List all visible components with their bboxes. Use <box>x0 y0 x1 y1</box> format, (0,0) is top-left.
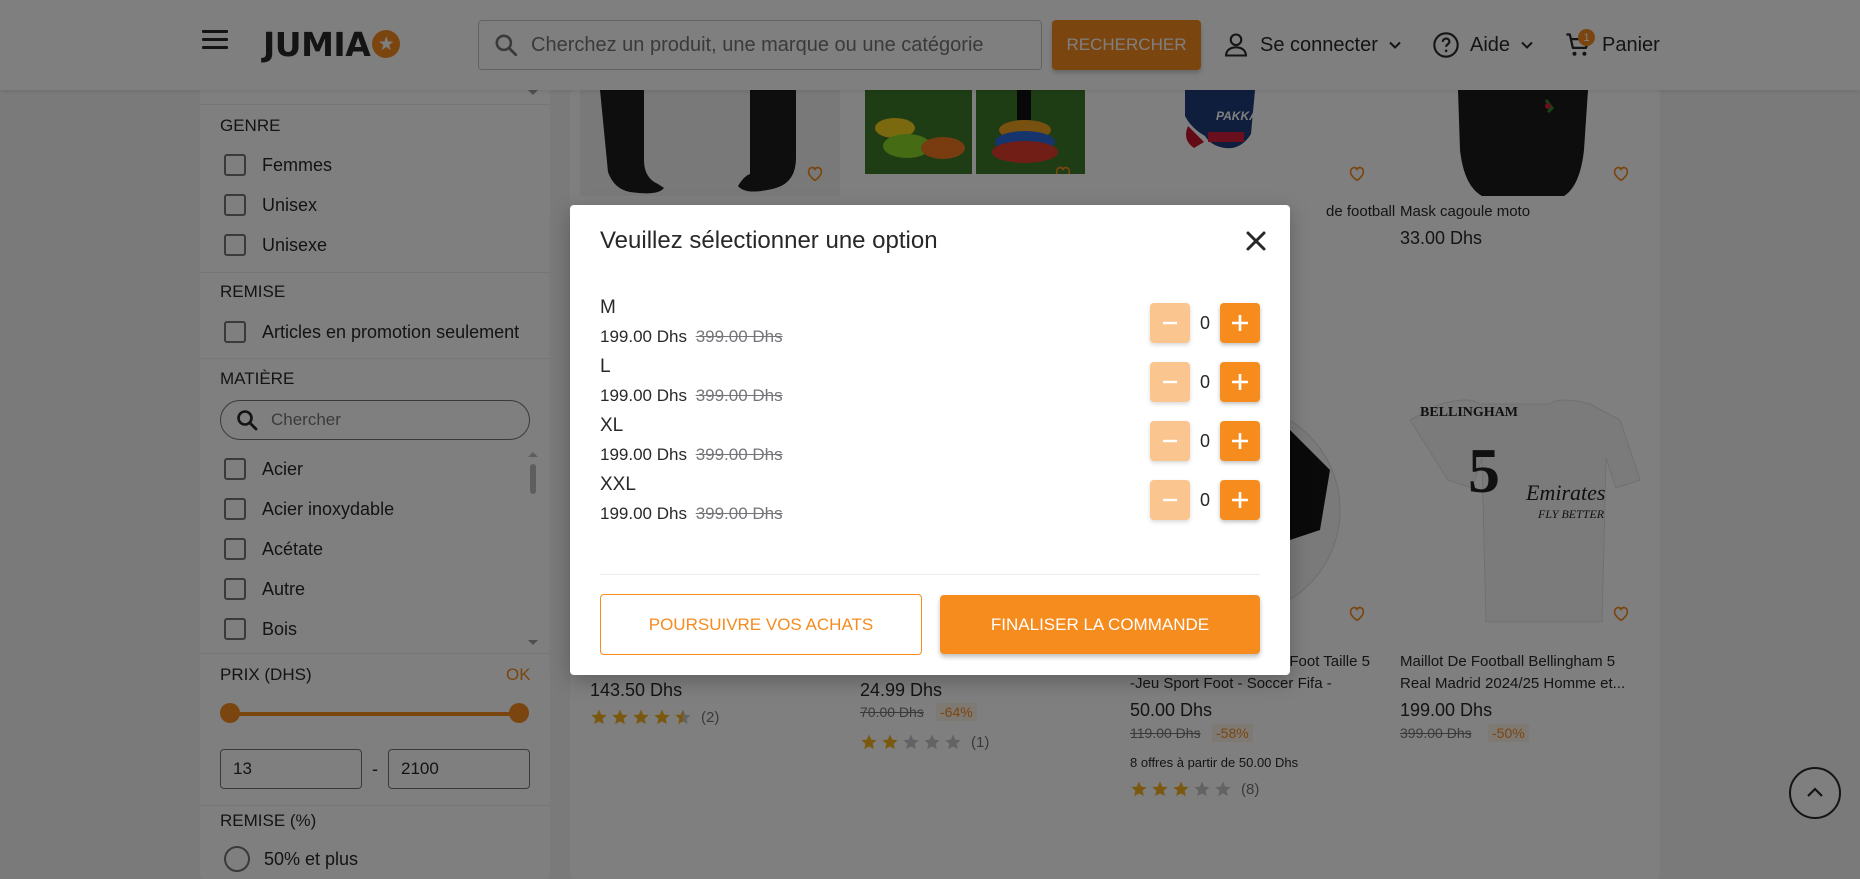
option-current-price: 199.00 Dhs <box>600 386 687 405</box>
option-old-price: 399.00 Dhs <box>695 327 783 346</box>
increase-quantity-button[interactable] <box>1220 362 1260 402</box>
option-current-price: 199.00 Dhs <box>600 327 687 346</box>
option-current-price: 199.00 Dhs <box>600 504 687 523</box>
option-size: XXL <box>600 474 636 495</box>
close-button[interactable] <box>1240 225 1272 257</box>
plus-icon <box>1232 433 1248 449</box>
option-current-price: 199.00 Dhs <box>600 445 687 464</box>
option-size: M <box>600 297 616 318</box>
option-price: 199.00 Dhs 399.00 Dhs <box>600 445 783 465</box>
increase-quantity-button[interactable] <box>1220 303 1260 343</box>
option-old-price: 399.00 Dhs <box>695 386 783 405</box>
plus-icon <box>1232 374 1248 390</box>
decrease-quantity-button[interactable] <box>1150 362 1190 402</box>
decrease-quantity-button[interactable] <box>1150 421 1190 461</box>
modal-title: Veuillez sélectionner une option <box>600 227 938 254</box>
option-size: L <box>600 356 611 377</box>
decrease-quantity-button[interactable] <box>1150 303 1190 343</box>
option-row-m: M 199.00 Dhs 399.00 Dhs 0 <box>600 297 1260 357</box>
option-old-price: 399.00 Dhs <box>695 504 783 523</box>
quantity-value: 0 <box>1199 312 1210 333</box>
plus-icon <box>1232 315 1248 331</box>
option-old-price: 399.00 Dhs <box>695 445 783 464</box>
increase-quantity-button[interactable] <box>1220 480 1260 520</box>
quantity-value: 0 <box>1199 489 1210 510</box>
decrease-quantity-button[interactable] <box>1150 480 1190 520</box>
minus-icon <box>1163 321 1177 325</box>
divider <box>600 574 1260 575</box>
option-size: XL <box>600 415 624 436</box>
option-price: 199.00 Dhs 399.00 Dhs <box>600 386 783 406</box>
plus-icon <box>1232 492 1248 508</box>
quantity-value: 0 <box>1199 371 1210 392</box>
continue-shopping-button[interactable]: POURSUIVRE VOS ACHATS <box>600 594 922 655</box>
quantity-value: 0 <box>1199 430 1210 451</box>
option-price: 199.00 Dhs 399.00 Dhs <box>600 327 783 347</box>
option-row-xxl: XXL 199.00 Dhs 399.00 Dhs 0 <box>600 474 1260 534</box>
minus-icon <box>1163 439 1177 443</box>
minus-icon <box>1163 380 1177 384</box>
option-row-xl: XL 199.00 Dhs 399.00 Dhs 0 <box>600 415 1260 475</box>
close-icon <box>1246 231 1266 251</box>
increase-quantity-button[interactable] <box>1220 421 1260 461</box>
option-price: 199.00 Dhs 399.00 Dhs <box>600 504 783 524</box>
option-row-l: L 199.00 Dhs 399.00 Dhs 0 <box>600 356 1260 416</box>
minus-icon <box>1163 498 1177 502</box>
checkout-button[interactable]: FINALISER LA COMMANDE <box>940 595 1260 654</box>
option-select-modal: Veuillez sélectionner une option M 199.0… <box>570 205 1290 675</box>
